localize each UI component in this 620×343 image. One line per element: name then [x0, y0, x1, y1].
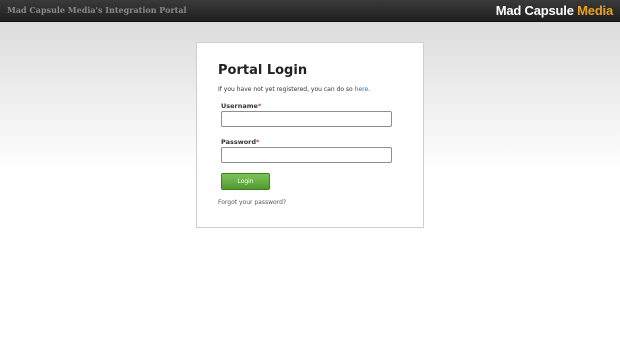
brand-logo: Mad Capsule Media — [496, 3, 613, 18]
register-link[interactable]: here — [355, 86, 369, 93]
password-input[interactable] — [221, 147, 392, 163]
brand-logo-primary: Mad Capsule — [495, 3, 574, 18]
required-marker: * — [257, 102, 262, 110]
login-card: Portal Login If you have not yet registe… — [196, 42, 424, 228]
register-notice: If you have not yet registered, you can … — [218, 86, 370, 93]
username-label-text: Username — [221, 102, 258, 110]
forgot-password-link[interactable]: Forgot your password? — [218, 199, 286, 206]
register-notice-end: . — [368, 86, 371, 93]
login-button[interactable]: Login — [221, 173, 270, 190]
username-input[interactable] — [221, 111, 392, 127]
required-marker: * — [256, 138, 260, 146]
password-label-text: Password — [221, 138, 257, 146]
login-title: Portal Login — [218, 63, 308, 78]
portal-title: Mad Capsule Media's Integration Portal — [7, 5, 187, 15]
brand-logo-accent: Media — [577, 3, 613, 18]
register-notice-text: If you have not yet registered, you can … — [218, 86, 353, 93]
top-bar: Mad Capsule Media's Integration Portal M… — [0, 0, 620, 22]
password-label: Password* — [221, 138, 259, 146]
username-label: Username* — [221, 102, 261, 110]
